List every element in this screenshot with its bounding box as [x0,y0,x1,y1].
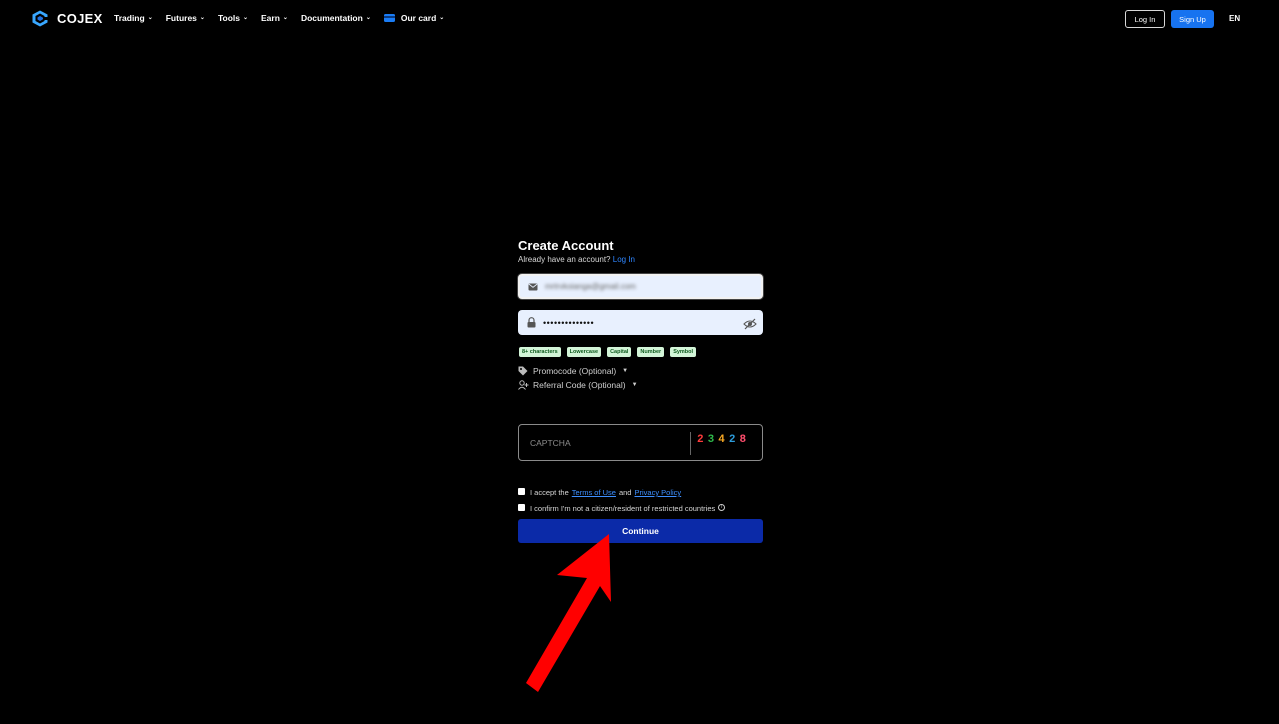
chevron-down-icon: ⌄ [199,15,205,21]
login-link[interactable]: Log In [613,255,635,264]
chevron-down-icon: ⌄ [282,15,288,21]
language-selector[interactable]: EN [1229,14,1240,23]
signup-button[interactable]: Sign Up [1171,10,1214,28]
rule-badge: Lowercase [566,347,602,357]
caret-down-icon: ▼ [622,368,629,374]
menu-label: Trading [114,13,145,23]
password-value: •••••••••••••• [543,317,595,328]
menu-earn[interactable]: Earn ⌄ [261,13,288,23]
create-account-form: Create Account Already have an account? … [518,238,763,543]
rule-badge: 8+ characters [519,347,561,357]
top-navbar: COJEX Trading ⌄ Futures ⌄ Tools ⌄ Earn ⌄… [0,0,1279,38]
rule-badge: Number [637,347,665,357]
rule-badge: Symbol [670,347,697,357]
annotation-arrow-icon [526,534,611,692]
promocode-toggle[interactable]: Promocode (Optional) ▼ [518,366,628,376]
login-prompt-text: Already have an account? [518,255,611,264]
eye-off-icon[interactable] [743,317,757,329]
login-prompt: Already have an account? Log In [518,255,763,264]
chevron-down-icon: ⌄ [242,15,249,21]
caret-down-icon: ▼ [631,382,638,388]
captcha-digit: 8 [739,434,747,446]
credit-card-icon [383,14,395,22]
captcha-digit: 2 [697,434,704,446]
user-plus-icon [518,380,529,390]
login-button[interactable]: Log In [1125,10,1165,28]
main-menu: Trading ⌄ Futures ⌄ Tools ⌄ Earn ⌄ Docum… [114,13,457,23]
rule-badge: Capital [607,347,632,357]
terms-consent: I accept the Terms of Use and Privacy Po… [518,488,684,497]
terms-text: I accept the [530,488,569,497]
info-icon[interactable]: i [718,503,726,511]
page-title: Create Account [518,238,614,253]
menu-our-card[interactable]: Our card ⌄ [383,13,445,23]
referral-label: Referral Code (Optional) [533,380,626,390]
residency-text: I confirm I'm not a citizen/resident of … [530,504,716,513]
menu-tools[interactable]: Tools ⌄ [218,13,248,23]
lock-icon [525,317,537,329]
privacy-policy-link[interactable]: Privacy Policy [634,488,681,497]
mail-icon [527,281,539,293]
captcha-divider [690,432,691,455]
email-value: mrtrvkoianga@gmail.com [545,282,636,291]
email-field[interactable]: mrtrvkoianga@gmail.com [518,274,763,299]
chevron-down-icon: ⌄ [439,15,445,21]
captcha-digit: 4 [718,434,725,446]
page: COJEX Trading ⌄ Futures ⌄ Tools ⌄ Earn ⌄… [0,0,1279,724]
chevron-down-icon: ⌄ [147,15,153,21]
brand-logo[interactable]: COJEX [32,10,103,27]
captcha-digit: 2 [728,434,736,446]
menu-trading[interactable]: Trading ⌄ [114,13,153,23]
password-field[interactable]: •••••••••••••• [518,310,763,335]
menu-label: Our card [400,13,437,23]
captcha-digit: 3 [707,434,715,446]
brand-name: COJEX [57,11,103,26]
chevron-down-icon: ⌄ [365,15,371,21]
captcha-box: CAPTCHA 2 3 4 2 8 [518,424,763,461]
residency-consent: I confirm I'm not a citizen/resident of … [518,503,726,513]
menu-label: Earn [261,13,280,23]
captcha-input[interactable]: CAPTCHA [530,438,571,448]
menu-futures[interactable]: Futures ⌄ [166,13,205,23]
menu-documentation[interactable]: Documentation ⌄ [301,13,371,23]
terms-of-use-link[interactable]: Terms of Use [572,488,616,497]
residency-checkbox[interactable] [518,504,525,511]
cojex-logo-icon [32,10,48,27]
captcha-image[interactable]: 2 3 4 2 8 [697,434,750,446]
referral-toggle[interactable]: Referral Code (Optional) ▼ [518,380,638,390]
tag-icon [518,366,529,376]
promocode-label: Promocode (Optional) [533,366,617,376]
terms-and-text: and [618,488,632,497]
menu-label: Documentation [300,13,363,23]
menu-label: Tools [217,13,240,23]
password-rules: 8+ characters Lowercase Capital Number S… [519,347,702,357]
menu-label: Futures [165,13,197,23]
terms-checkbox[interactable] [518,488,525,495]
